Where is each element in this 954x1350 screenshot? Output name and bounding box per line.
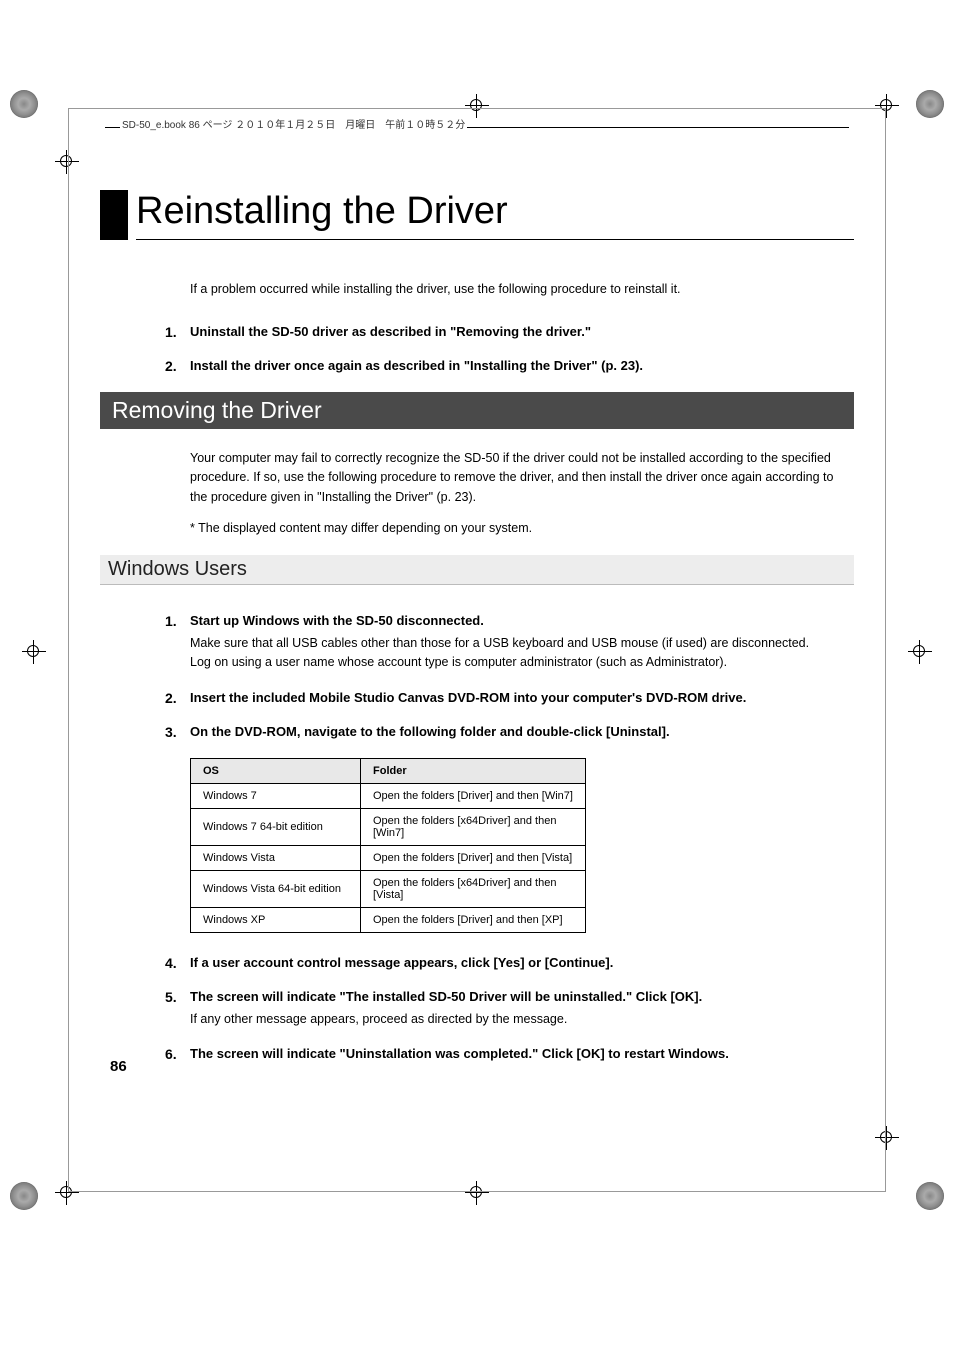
- crop-mark-icon: [10, 1182, 38, 1210]
- table-cell: Open the folders [x64Driver] and then [W…: [361, 808, 586, 845]
- step-number: 3.: [165, 724, 190, 740]
- page-number: 86: [110, 1058, 127, 1075]
- table-cell: Open the folders [x64Driver] and then [V…: [361, 870, 586, 907]
- list-item: 5. The screen will indicate "The install…: [165, 989, 854, 1029]
- list-item: 2. Insert the included Mobile Studio Can…: [165, 690, 854, 706]
- table-cell: Open the folders [Driver] and then [Vist…: [361, 845, 586, 870]
- table-cell: Windows 7: [191, 783, 361, 808]
- table-cell: Windows Vista: [191, 845, 361, 870]
- section-note: * The displayed content may differ depen…: [190, 521, 854, 535]
- header-filename: SD-50_e.book 86 ページ ２０１０年１月２５日 月曜日 午前１０時…: [120, 116, 467, 131]
- page-title: Reinstalling the Driver: [136, 190, 854, 233]
- section-heading: Removing the Driver: [100, 392, 854, 429]
- list-item: 1. Start up Windows with the SD-50 disco…: [165, 613, 854, 672]
- table-row: Windows 7 Open the folders [Driver] and …: [191, 783, 586, 808]
- list-item: 4. If a user account control message app…: [165, 955, 854, 971]
- step-number: 1.: [165, 324, 190, 340]
- table-header-os: OS: [191, 758, 361, 783]
- step-number: 2.: [165, 358, 190, 374]
- intro-text: If a problem occurred while installing t…: [190, 282, 854, 296]
- table-cell: Windows XP: [191, 907, 361, 932]
- list-item: 6. The screen will indicate "Uninstallat…: [165, 1046, 854, 1062]
- page-content: Reinstalling the Driver If a problem occ…: [100, 190, 854, 1080]
- table-cell: Windows Vista 64-bit edition: [191, 870, 361, 907]
- crop-mark-icon: [916, 1182, 944, 1210]
- table-row: Windows Vista Open the folders [Driver] …: [191, 845, 586, 870]
- step-text: Start up Windows with the SD-50 disconne…: [190, 613, 854, 628]
- step-text: On the DVD-ROM, navigate to the followin…: [190, 724, 670, 739]
- registration-mark-icon: [22, 640, 46, 664]
- crop-mark-icon: [916, 90, 944, 118]
- step-number: 4.: [165, 955, 190, 971]
- subsection-heading: Windows Users: [100, 555, 854, 585]
- list-item: 3. On the DVD-ROM, navigate to the follo…: [165, 724, 854, 740]
- step-detail: If any other message appears, proceed as…: [190, 1010, 854, 1029]
- step-text: Install the driver once again as describ…: [190, 358, 643, 373]
- table-row: Windows Vista 64-bit edition Open the fo…: [191, 870, 586, 907]
- table-cell: Windows 7 64-bit edition: [191, 808, 361, 845]
- step-number: 2.: [165, 690, 190, 706]
- step-text: Insert the included Mobile Studio Canvas…: [190, 690, 746, 705]
- step-text: The screen will indicate "The installed …: [190, 989, 854, 1004]
- title-block: Reinstalling the Driver: [100, 190, 854, 240]
- step-text: If a user account control message appear…: [190, 955, 613, 970]
- registration-mark-icon: [908, 640, 932, 664]
- section-body: Your computer may fail to correctly reco…: [190, 449, 854, 507]
- table-cell: Open the folders [Driver] and then [Win7…: [361, 783, 586, 808]
- list-item: 2. Install the driver once again as desc…: [165, 358, 854, 374]
- os-folder-table: OS Folder Windows 7 Open the folders [Dr…: [190, 758, 586, 933]
- step-number: 6.: [165, 1046, 190, 1062]
- step-text: The screen will indicate "Uninstallation…: [190, 1046, 729, 1061]
- title-bar-icon: [100, 190, 128, 240]
- step-number: 1.: [165, 613, 190, 672]
- table-header-row: OS Folder: [191, 758, 586, 783]
- step-text: Uninstall the SD-50 driver as described …: [190, 324, 591, 339]
- step-number: 5.: [165, 989, 190, 1029]
- crop-mark-icon: [10, 90, 38, 118]
- list-item: 1. Uninstall the SD-50 driver as describ…: [165, 324, 854, 340]
- step-detail: Make sure that all USB cables other than…: [190, 634, 854, 672]
- table-row: Windows XP Open the folders [Driver] and…: [191, 907, 586, 932]
- table-header-folder: Folder: [361, 758, 586, 783]
- table-row: Windows 7 64-bit edition Open the folder…: [191, 808, 586, 845]
- table-cell: Open the folders [Driver] and then [XP]: [361, 907, 586, 932]
